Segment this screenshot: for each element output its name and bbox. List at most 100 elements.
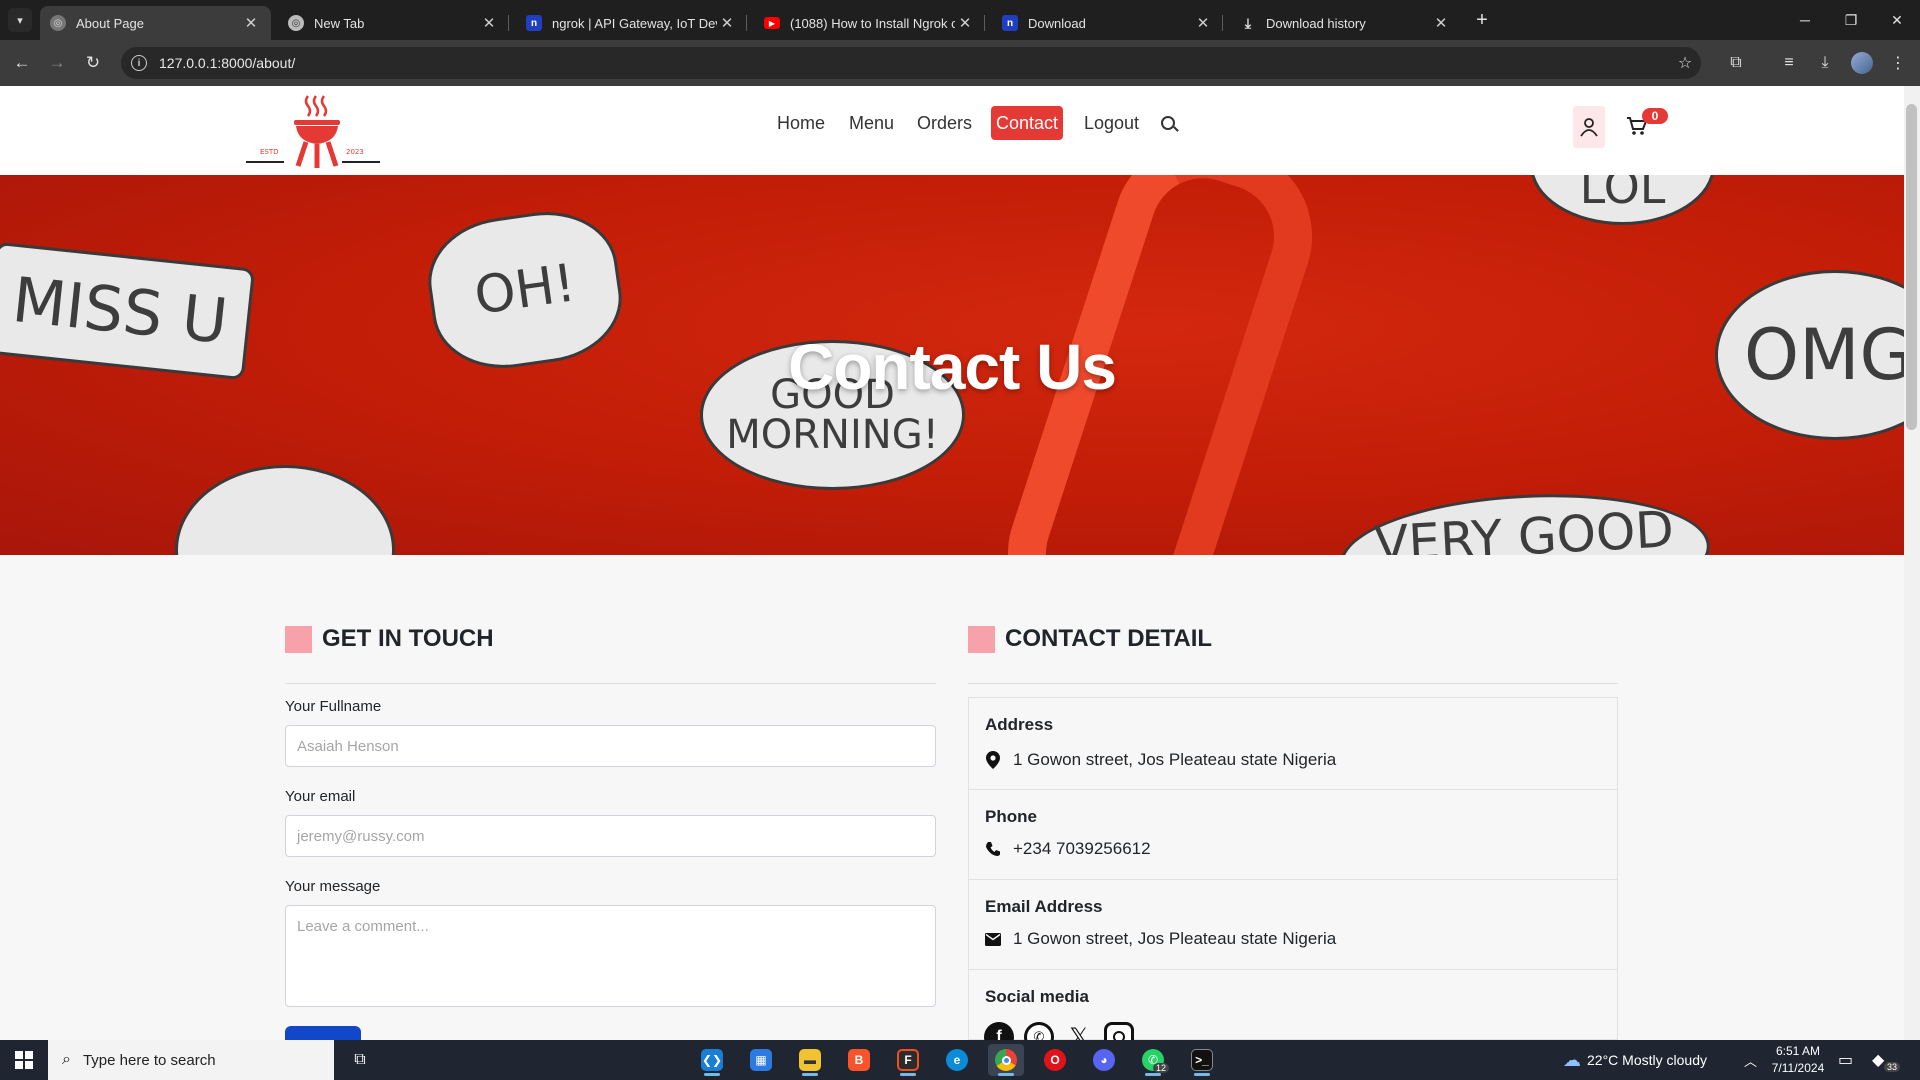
- map-marker-icon: [985, 751, 1001, 769]
- nav-contact[interactable]: Contact: [991, 106, 1064, 140]
- tab-ngrok[interactable]: n ngrok | API Gateway, IoT Device ✕: [516, 6, 747, 40]
- tab-new-tab[interactable]: ◎ New Tab ✕: [278, 6, 509, 40]
- close-icon[interactable]: ✕: [1431, 14, 1451, 32]
- browser-menu-icon[interactable]: ⋮: [1885, 50, 1911, 76]
- instagram-icon[interactable]: [1104, 1022, 1134, 1040]
- tab-search-button[interactable]: ▾: [8, 8, 32, 32]
- figma-icon[interactable]: F: [890, 1044, 926, 1076]
- section-title: GET IN TOUCH: [322, 625, 494, 652]
- clock-date: 7/11/2024: [1771, 1061, 1825, 1075]
- phone-group: Phone +234 7039256612: [969, 790, 1617, 880]
- hero-banner: MISS U OH! GOOD MORNING! OMG VERY GOOD L…: [0, 175, 1904, 555]
- url-text: 127.0.0.1:8000/about/: [159, 55, 296, 71]
- social-heading: Social media: [985, 987, 1089, 1006]
- nav-menu[interactable]: Menu: [845, 106, 898, 140]
- notification-center[interactable]: ▭: [1838, 1040, 1853, 1080]
- email-line: 1 Gowon street, Jos Pleateau state Niger…: [985, 929, 1336, 949]
- weather-widget[interactable]: ☁ 22°C Mostly cloudy: [1563, 1040, 1707, 1080]
- edge-icon[interactable]: e: [939, 1044, 975, 1076]
- tab-title: (1088) How to Install Ngrok on: [790, 15, 955, 31]
- start-button[interactable]: [0, 1040, 48, 1080]
- media-control-icon[interactable]: ≡: [1776, 50, 1802, 76]
- address-group: Address 1 Gowon street, Jos Pleateau sta…: [969, 698, 1617, 790]
- file-explorer-icon[interactable]: ▬: [792, 1044, 828, 1076]
- user-account-button[interactable]: [1573, 106, 1605, 148]
- fullname-input[interactable]: Asaiah Henson: [285, 725, 936, 767]
- vscode-icon[interactable]: ❮❯: [694, 1044, 730, 1076]
- copilot-icon[interactable]: ◆ 33: [1872, 1040, 1901, 1080]
- taskbar-search-box[interactable]: ⌕ Type here to search: [48, 1040, 334, 1080]
- tab-title: Download history: [1266, 15, 1366, 31]
- tab-download-history[interactable]: ⤓ Download history ✕: [1230, 6, 1461, 40]
- heading-accent-square: [968, 625, 995, 653]
- notification-count: 33: [1884, 1062, 1901, 1072]
- site-header: ESTD 2023 Home Menu Orders Contact Logou…: [0, 86, 1904, 175]
- tab-title: Download: [1028, 15, 1086, 31]
- nav-logout[interactable]: Logout: [1080, 106, 1143, 140]
- brave-icon[interactable]: B: [841, 1044, 877, 1076]
- close-icon[interactable]: ✕: [241, 14, 261, 32]
- chrome-icon[interactable]: [988, 1044, 1024, 1076]
- tab-download[interactable]: n Download ✕: [992, 6, 1223, 40]
- extensions-icon[interactable]: ⧉: [1723, 50, 1749, 76]
- divider: [968, 683, 1618, 684]
- page-viewport: ESTD 2023 Home Menu Orders Contact Logou…: [0, 86, 1904, 1040]
- task-view-button[interactable]: ⧉: [342, 1044, 378, 1076]
- clock[interactable]: 6:51 AM 7/11/2024: [1770, 1040, 1826, 1080]
- address-heading: Address: [985, 715, 1054, 734]
- terminal-icon[interactable]: >_: [1184, 1044, 1220, 1076]
- close-icon[interactable]: ✕: [955, 14, 975, 32]
- back-button[interactable]: ←: [9, 50, 35, 76]
- close-icon[interactable]: ✕: [1193, 14, 1213, 32]
- scrollbar-thumb[interactable]: [1906, 104, 1917, 430]
- cart-count-badge: 0: [1642, 108, 1668, 124]
- speech-bubble: LOL: [1530, 175, 1715, 225]
- tab-youtube[interactable]: ▶ (1088) How to Install Ngrok on ✕: [754, 6, 985, 40]
- ngrok-icon: n: [526, 15, 542, 31]
- address-text: 1 Gowon street, Jos Pleateau state Niger…: [1013, 750, 1337, 769]
- section-title: CONTACT DETAIL: [1005, 625, 1213, 652]
- email-input[interactable]: jeremy@russy.com: [285, 815, 936, 857]
- bookmark-star-icon[interactable]: ☆: [1672, 50, 1698, 76]
- close-icon[interactable]: ✕: [479, 14, 499, 32]
- restore-button[interactable]: ❐: [1828, 0, 1874, 40]
- cloud-icon: ☁: [1563, 1049, 1581, 1070]
- minimize-button[interactable]: ─: [1782, 0, 1828, 40]
- forward-button[interactable]: →: [44, 50, 70, 76]
- phone-heading: Phone: [985, 807, 1037, 826]
- search-icon[interactable]: [1161, 116, 1175, 130]
- nav-home[interactable]: Home: [773, 106, 829, 140]
- fullname-label: Your Fullname: [285, 698, 382, 715]
- whatsapp-icon[interactable]: ✆ 12: [1135, 1044, 1171, 1076]
- phone-text[interactable]: +234 7039256612: [1013, 839, 1151, 859]
- discord-icon[interactable]: ◕: [1086, 1044, 1122, 1076]
- close-icon[interactable]: ✕: [717, 14, 737, 32]
- address-bar[interactable]: i 127.0.0.1:8000/about/: [121, 47, 1701, 79]
- weather-text: 22°C Mostly cloudy: [1587, 1052, 1707, 1068]
- notification-icon: ▭: [1838, 1052, 1854, 1069]
- email-group: Email Address 1 Gowon street, Jos Pleate…: [969, 880, 1617, 970]
- profile-avatar[interactable]: [1851, 52, 1873, 74]
- user-icon: [1580, 118, 1598, 137]
- tray-overflow-icon[interactable]: ︿: [1744, 1040, 1757, 1080]
- message-textarea[interactable]: Leave a comment...: [285, 905, 936, 1007]
- grill-logo[interactable]: ESTD 2023: [246, 92, 380, 170]
- nav-orders[interactable]: Orders: [913, 106, 976, 140]
- downloads-icon[interactable]: ⤓: [1812, 50, 1838, 76]
- divider: [285, 683, 936, 684]
- reload-button[interactable]: ↻: [80, 50, 106, 76]
- globe-icon: ◎: [288, 15, 304, 31]
- opera-icon[interactable]: O: [1037, 1044, 1073, 1076]
- tab-title: New Tab: [314, 15, 365, 31]
- new-tab-button[interactable]: +: [1468, 8, 1496, 32]
- phone-icon: [985, 840, 1001, 858]
- site-info-icon[interactable]: i: [131, 55, 147, 71]
- email-text[interactable]: 1 Gowon street, Jos Pleateau state Niger…: [1013, 929, 1336, 949]
- tab-about-page[interactable]: ◎ About Page ✕: [40, 6, 271, 40]
- store-icon[interactable]: ▦: [743, 1044, 779, 1076]
- speech-bubble: LOL: [175, 465, 395, 555]
- search-icon: ⌕: [62, 1051, 71, 1068]
- message-label: Your message: [285, 878, 381, 895]
- submit-button[interactable]: [285, 1026, 361, 1040]
- close-window-button[interactable]: ✕: [1874, 0, 1920, 40]
